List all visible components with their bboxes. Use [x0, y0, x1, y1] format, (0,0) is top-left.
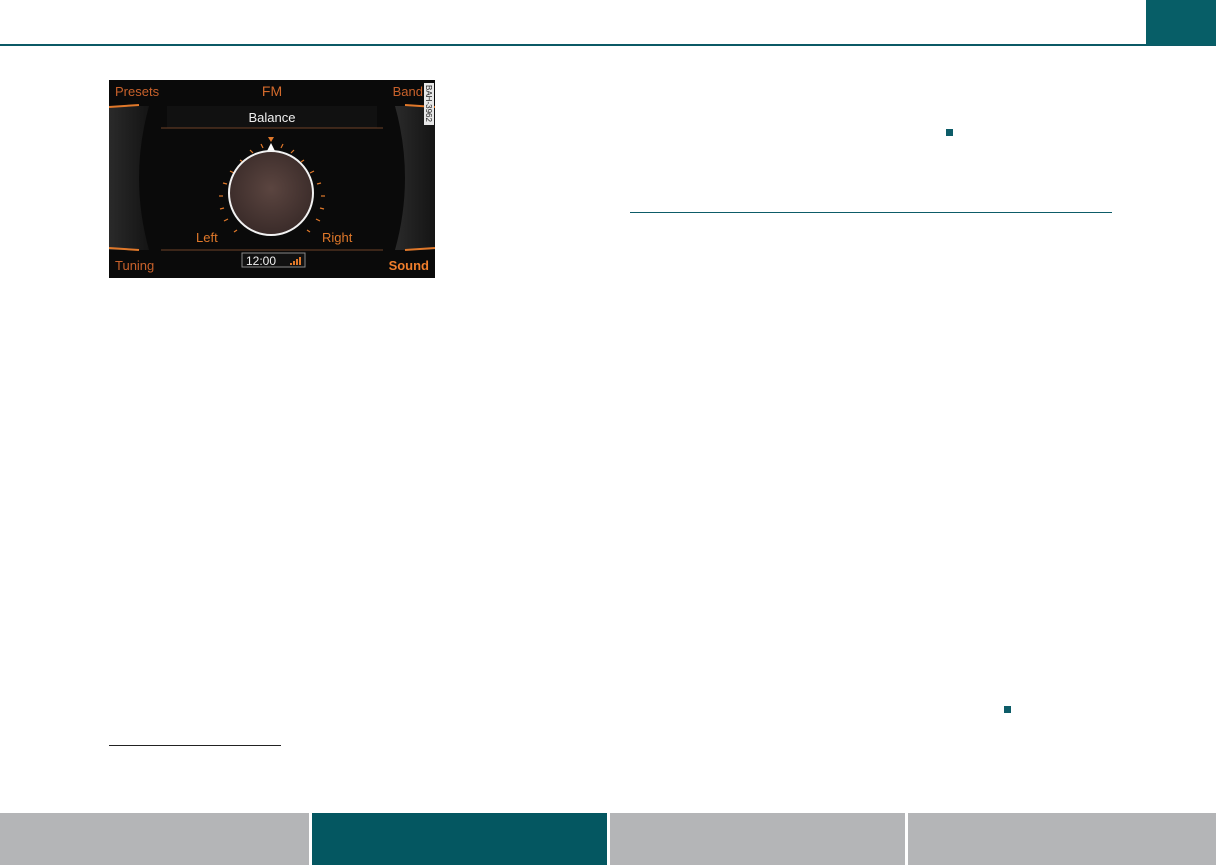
image-code: BAH-3962 — [424, 85, 433, 122]
mmi-balance-screen-figure: BAH-3962 Presets FM Band Balance Left Ri… — [109, 80, 435, 278]
right-label: Right — [322, 230, 353, 245]
band-label: Band — [393, 84, 423, 99]
nav-tab-2[interactable] — [312, 813, 610, 865]
tuning-label: Tuning — [115, 258, 154, 273]
left-label: Left — [196, 230, 218, 245]
right-frame-bracket — [395, 106, 435, 250]
fm-label: FM — [262, 83, 282, 99]
balance-pointer — [267, 143, 275, 151]
section-end-marker — [1004, 706, 1011, 713]
nav-tab-4[interactable] — [908, 813, 1216, 865]
left-frame-bracket — [109, 106, 149, 250]
balance-knob — [228, 150, 314, 236]
balance-screen-graphic: BAH-3962 Presets FM Band Balance Left Ri… — [109, 83, 435, 273]
header-rule — [0, 44, 1216, 46]
footnote-rule — [109, 745, 281, 746]
section-divider-rule — [630, 212, 1112, 213]
presets-label: Presets — [115, 84, 160, 99]
balance-center-marker — [268, 137, 274, 142]
page-number-tab — [1146, 0, 1216, 45]
bottom-navigation-bar — [0, 813, 1216, 865]
nav-tab-1[interactable] — [0, 813, 312, 865]
clock-text: 12:00 — [246, 254, 276, 268]
sound-label: Sound — [389, 258, 429, 273]
section-end-marker — [946, 129, 953, 136]
balance-title: Balance — [249, 110, 296, 125]
nav-tab-3[interactable] — [610, 813, 908, 865]
